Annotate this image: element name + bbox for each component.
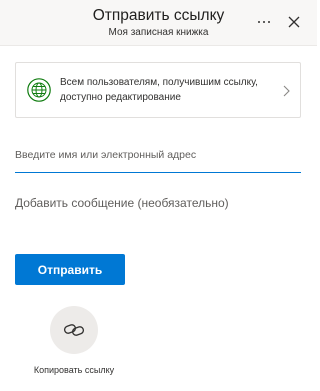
message-placeholder: Добавить сообщение (необязательно) (15, 196, 229, 210)
link-settings-text: Всем пользователям, получившим ссылку, д… (60, 77, 258, 103)
globe-icon (27, 78, 51, 102)
chevron-right-icon (283, 85, 290, 97)
more-options-button[interactable] (254, 12, 274, 32)
copy-link-button[interactable] (50, 306, 98, 354)
more-dot (263, 21, 265, 23)
more-dot (268, 21, 270, 23)
close-icon[interactable] (285, 13, 303, 31)
copy-link-label: Копировать ссылку (33, 365, 115, 375)
recipient-placeholder: Введите имя или электронный адрес (15, 149, 197, 161)
link-icon (63, 324, 85, 336)
dialog-header: Отправить ссылку Моя записная книжка (0, 0, 317, 46)
recipient-input[interactable]: Введите имя или электронный адрес (15, 146, 301, 173)
message-input[interactable]: Добавить сообщение (необязательно) (15, 194, 301, 214)
more-dot (258, 21, 260, 23)
send-button[interactable]: Отправить (15, 254, 125, 285)
link-settings-button[interactable]: Всем пользователям, получившим ссылку, д… (15, 62, 301, 118)
